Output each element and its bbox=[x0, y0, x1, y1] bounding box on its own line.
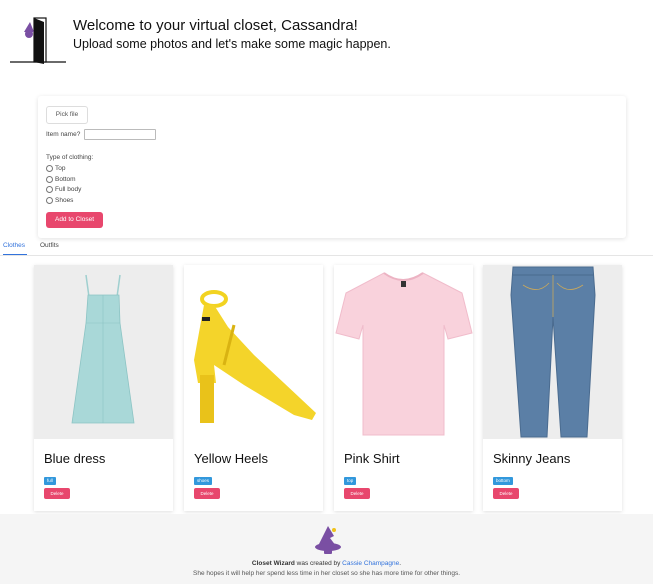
card-title: Skinny Jeans bbox=[493, 451, 571, 466]
tabs-bar: Clothes Outfits bbox=[0, 240, 653, 256]
footer-created-by: was created by bbox=[294, 560, 343, 567]
clothing-card: Skinny Jeans bottom Delete bbox=[483, 265, 622, 511]
category-tag: full bbox=[44, 477, 56, 485]
clothing-card: Blue dress full Delete bbox=[34, 265, 173, 511]
delete-button[interactable]: Delete bbox=[194, 488, 220, 499]
closet-door-logo-icon bbox=[10, 17, 66, 64]
radio-bottom[interactable]: Bottom bbox=[46, 176, 76, 183]
author-link[interactable]: Cassie Champagne bbox=[342, 560, 399, 567]
tab-clothes[interactable]: Clothes bbox=[3, 242, 27, 255]
welcome-subtitle: Upload some photos and let's make some m… bbox=[73, 37, 391, 51]
welcome-heading: Welcome to your virtual closet, Cassandr… bbox=[73, 17, 358, 34]
category-tag: shoes bbox=[194, 477, 213, 485]
radio-top[interactable]: Top bbox=[46, 165, 65, 172]
footer-brand: Closet Wizard bbox=[251, 560, 295, 567]
radio-label: Shoes bbox=[55, 197, 74, 204]
footer-period: . bbox=[399, 560, 402, 567]
card-title: Pink Shirt bbox=[344, 451, 400, 466]
item-name-input[interactable] bbox=[84, 129, 156, 140]
category-tag: bottom bbox=[493, 477, 513, 485]
pink-shirt-image[interactable] bbox=[334, 265, 473, 439]
clothing-type-label: Type of clothing: bbox=[46, 154, 94, 161]
card-title: Yellow Heels bbox=[194, 451, 268, 466]
item-name-label: Item name? bbox=[46, 131, 81, 138]
tab-outfits[interactable]: Outfits bbox=[40, 242, 59, 254]
page-footer: Closet Wizard was created by Cassie Cham… bbox=[0, 514, 653, 584]
wizard-hat-icon bbox=[315, 526, 341, 554]
category-tag: top bbox=[344, 477, 357, 485]
upload-form-card: Pick file Item name? Type of clothing: T… bbox=[38, 96, 626, 238]
radio-label: Bottom bbox=[55, 176, 76, 183]
delete-button[interactable]: Delete bbox=[344, 488, 370, 499]
clothing-card: Pink Shirt top Delete bbox=[334, 265, 473, 511]
radio-shoes[interactable]: Shoes bbox=[46, 197, 73, 204]
radio-circle-icon[interactable] bbox=[46, 186, 53, 193]
clothing-card: Yellow Heels shoes Delete bbox=[184, 265, 323, 511]
footer-credit: Closet Wizard was created by Cassie Cham… bbox=[0, 560, 653, 567]
radio-circle-icon[interactable] bbox=[46, 197, 53, 204]
page-header: Welcome to your virtual closet, Cassandr… bbox=[0, 0, 653, 80]
radio-label: Top bbox=[55, 165, 66, 172]
radio-full-body[interactable]: Full body bbox=[46, 186, 81, 193]
footer-tagline: She hopes it will help her spend less ti… bbox=[193, 570, 460, 577]
yellow-heels-image[interactable] bbox=[184, 265, 323, 439]
radio-label: Full body bbox=[55, 186, 82, 193]
radio-circle-icon[interactable] bbox=[46, 165, 53, 172]
radio-circle-icon[interactable] bbox=[46, 176, 53, 183]
card-title: Blue dress bbox=[44, 451, 106, 466]
blue-dress-image[interactable] bbox=[34, 265, 173, 439]
delete-button[interactable]: Delete bbox=[44, 488, 70, 499]
add-to-closet-button[interactable]: Add to Closet bbox=[46, 212, 103, 228]
delete-button[interactable]: Delete bbox=[493, 488, 519, 499]
skinny-jeans-image[interactable] bbox=[483, 265, 622, 439]
pick-file-button[interactable]: Pick file bbox=[46, 106, 88, 124]
